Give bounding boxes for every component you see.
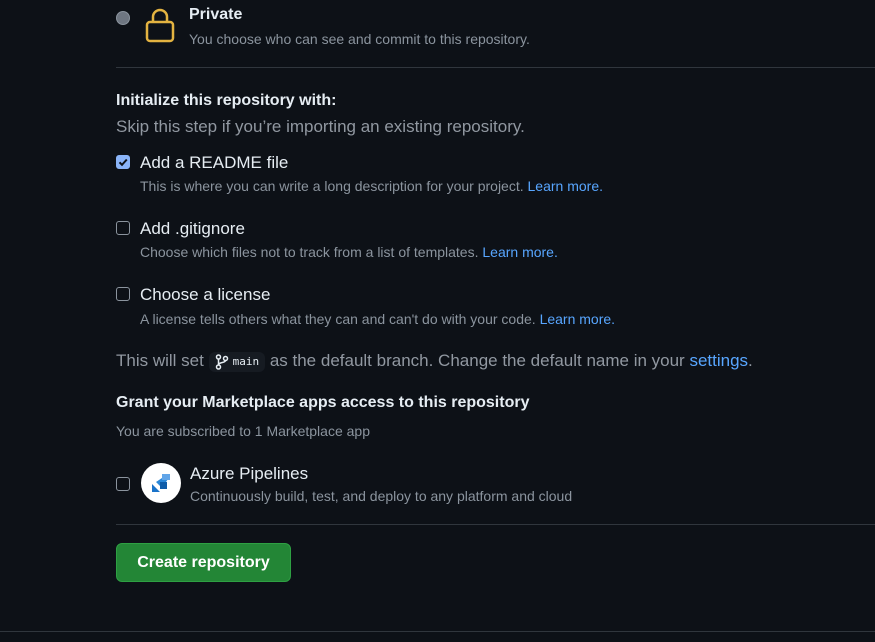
init-heading: Initialize this repository with: <box>116 92 337 109</box>
settings-link[interactable]: settings <box>689 351 748 370</box>
branch-suffix: . <box>748 351 753 370</box>
readme-description: This is where you can write a long descr… <box>140 178 603 194</box>
footer-divider <box>0 631 875 632</box>
git-branch-icon <box>215 353 228 370</box>
license-description: A license tells others what they can and… <box>140 311 615 327</box>
gitignore-label[interactable]: Add .gitignore <box>140 219 245 239</box>
azure-pipelines-description: Continuously build, test, and deploy to … <box>190 488 573 504</box>
azure-pipelines-checkbox[interactable] <box>116 477 130 491</box>
license-checkbox[interactable] <box>116 287 130 301</box>
private-description: You choose who can see and commit to thi… <box>189 31 530 47</box>
gitignore-learn-more-link[interactable]: Learn more. <box>482 244 557 260</box>
divider-top <box>116 67 875 68</box>
azure-pipelines-name: Azure Pipelines <box>190 464 309 483</box>
azure-pipelines-avatar <box>141 463 181 503</box>
private-label: Private <box>189 6 243 23</box>
lock-icon <box>143 6 177 44</box>
marketplace-subheading: You are subscribed to 1 Marketplace app <box>116 423 370 439</box>
license-learn-more-link[interactable]: Learn more. <box>540 311 615 327</box>
license-label[interactable]: Choose a license <box>140 285 270 305</box>
readme-description-text: This is where you can write a long descr… <box>140 178 524 194</box>
branch-name: main <box>232 355 260 369</box>
private-radio[interactable] <box>116 11 130 25</box>
license-description-text: A license tells others what they can and… <box>140 311 536 327</box>
gitignore-description-text: Choose which files not to track from a l… <box>140 244 479 260</box>
default-branch-notice: This will set main as the default branch… <box>116 351 753 372</box>
azure-pipelines-icon <box>152 474 170 492</box>
divider-bottom <box>116 524 875 525</box>
gitignore-description: Choose which files not to track from a l… <box>140 244 558 260</box>
branch-chip: main <box>208 351 266 372</box>
marketplace-heading: Grant your Marketplace apps access to th… <box>116 394 530 411</box>
gitignore-checkbox[interactable] <box>116 221 130 235</box>
readme-learn-more-link[interactable]: Learn more. <box>528 178 603 194</box>
readme-checkbox[interactable] <box>116 155 130 169</box>
branch-middle-text: as the default branch. Change the defaul… <box>269 351 685 370</box>
create-repository-button[interactable]: Create repository <box>116 543 291 582</box>
readme-label[interactable]: Add a README file <box>140 153 288 173</box>
branch-prefix-text: This will set <box>116 351 204 370</box>
checkmark-icon <box>118 158 128 167</box>
init-subheading: Skip this step if you’re importing an ex… <box>116 117 525 136</box>
